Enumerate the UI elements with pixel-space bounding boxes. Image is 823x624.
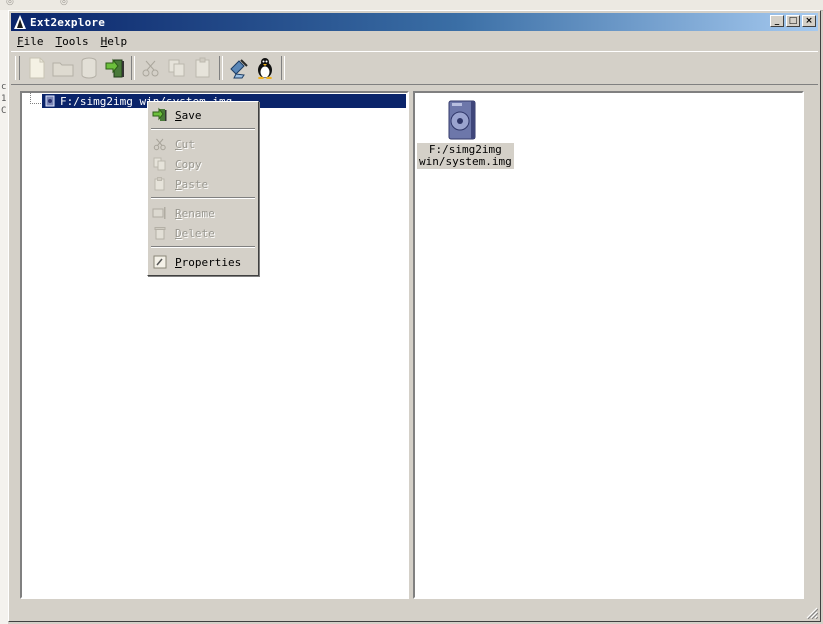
desktop-left-strip: c 1 C <box>0 10 8 624</box>
desktop-edge-mark: C <box>1 106 7 116</box>
disk-image-icon <box>44 95 56 107</box>
context-menu-properties[interactable]: Properties <box>150 253 256 271</box>
context-menu-separator <box>151 197 255 199</box>
save-export-icon <box>105 58 124 78</box>
menu-tools[interactable]: Tools <box>50 35 95 48</box>
file-item-label: F:/simg2img win/system.img <box>417 143 514 169</box>
save-export-icon <box>152 107 168 123</box>
new-file-button[interactable] <box>24 55 50 81</box>
context-menu-label: Save <box>175 108 202 122</box>
close-button[interactable]: × <box>802 15 816 27</box>
properties-icon <box>152 254 168 270</box>
file-list-pane[interactable]: F:/simg2img win/system.img <box>413 91 804 599</box>
context-menu-copy[interactable]: Copy <box>150 155 256 173</box>
context-menu-label: Properties <box>175 255 242 269</box>
title-bar[interactable]: Ext2explore _ □ × <box>11 13 818 31</box>
cut-button[interactable] <box>138 55 164 81</box>
ext2explore-window: Ext2explore _ □ × File Tools Help F:/sim… <box>8 10 821 622</box>
toolbar-separator <box>131 56 135 80</box>
context-menu-label: Paste <box>175 177 209 191</box>
window-title: Ext2explore <box>30 15 106 29</box>
flashlight-icon <box>230 59 248 79</box>
paste-icon <box>152 176 168 192</box>
linux-button[interactable] <box>252 55 278 81</box>
paste-icon <box>195 57 210 78</box>
open-folder-icon <box>52 62 74 77</box>
database-icon <box>81 57 97 79</box>
desktop-icon-fragment: ◎ <box>6 0 14 7</box>
context-menu: Save Cut Copy Paste Rename Delete Proper… <box>147 101 259 276</box>
file-item-system-img[interactable]: F:/simg2img win/system.img <box>417 99 514 169</box>
cut-icon <box>142 60 159 77</box>
context-menu-label: Delete <box>175 226 215 240</box>
context-menu-paste[interactable]: Paste <box>150 175 256 193</box>
cut-icon <box>152 136 168 152</box>
open-folder-button[interactable] <box>50 55 76 81</box>
menu-bar: File Tools Help <box>11 32 818 50</box>
window-controls: _ □ × <box>768 15 816 27</box>
toolbar <box>11 51 818 85</box>
app-logo-icon <box>14 15 26 29</box>
rename-icon <box>152 205 168 221</box>
toolbar-separator <box>281 56 285 80</box>
context-menu-label: Cut <box>175 137 195 151</box>
menu-file[interactable]: File <box>11 35 50 48</box>
paste-button[interactable] <box>190 55 216 81</box>
copy-icon <box>168 59 185 77</box>
copy-icon <box>152 156 168 172</box>
context-menu-delete[interactable]: Delete <box>150 224 256 242</box>
context-menu-label: Rename <box>175 206 215 220</box>
desktop-icon-fragment: ◎ <box>60 0 68 7</box>
database-button[interactable] <box>76 55 102 81</box>
copy-button[interactable] <box>164 55 190 81</box>
menu-help[interactable]: Help <box>95 35 134 48</box>
disk-image-icon <box>448 100 476 140</box>
toolbar-separator <box>219 56 223 80</box>
desktop-edge-mark: 1 <box>1 94 7 104</box>
linux-tux-icon <box>258 58 272 79</box>
maximize-button[interactable]: □ <box>786 15 800 27</box>
context-menu-cut[interactable]: Cut <box>150 135 256 153</box>
status-bar <box>11 603 818 619</box>
resize-grip-icon[interactable] <box>804 605 818 619</box>
desktop-edge-mark: c <box>1 82 7 92</box>
context-menu-save[interactable]: Save <box>150 106 256 124</box>
minimize-button[interactable]: _ <box>770 15 784 27</box>
context-menu-label: Copy <box>175 157 202 171</box>
context-menu-separator <box>151 128 255 130</box>
delete-icon <box>152 225 168 241</box>
save-export-button[interactable] <box>102 55 128 81</box>
new-file-icon <box>29 57 45 79</box>
toolbar-grip[interactable] <box>15 56 20 80</box>
flashlight-button[interactable] <box>226 55 252 81</box>
context-menu-rename[interactable]: Rename <box>150 204 256 222</box>
context-menu-separator <box>151 246 255 248</box>
